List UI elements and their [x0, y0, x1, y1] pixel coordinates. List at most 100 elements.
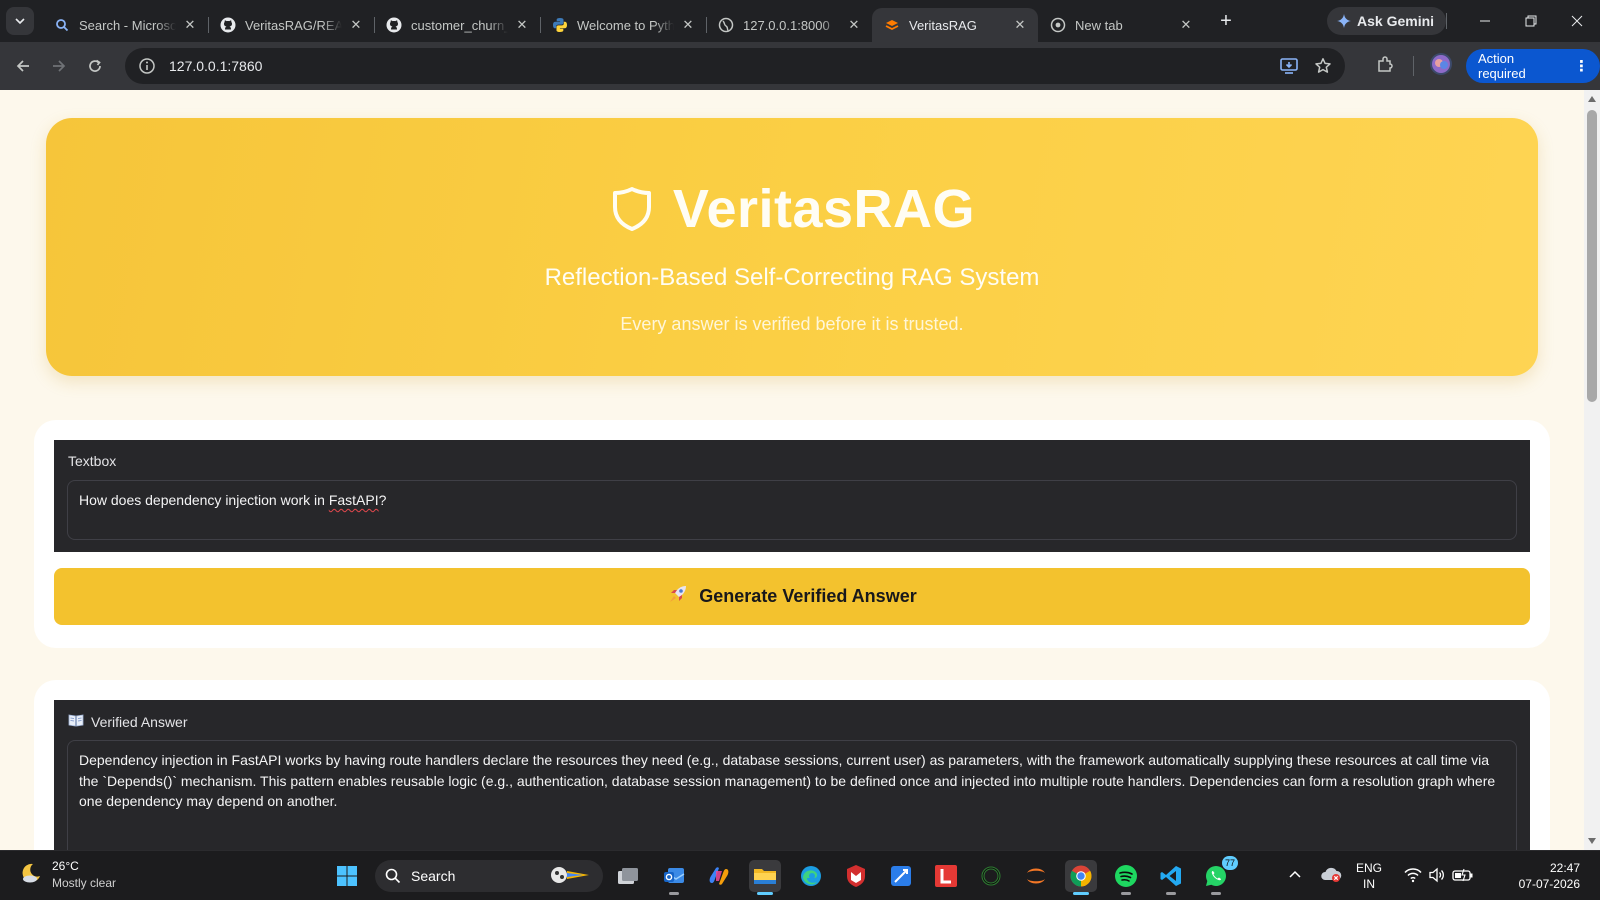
tab-customer-churn[interactable]: customer_churn_p ✕ — [374, 8, 540, 42]
whatsapp-app[interactable]: 77 — [1200, 856, 1238, 895]
site-info-icon[interactable] — [137, 56, 157, 76]
action-required-label: Action required — [1478, 51, 1526, 81]
edge-icon — [801, 866, 821, 886]
mcafee-app[interactable] — [840, 860, 872, 892]
taskbar-search[interactable]: Search — [375, 860, 603, 892]
vscode-app[interactable] — [1155, 860, 1187, 895]
globe-icon — [718, 17, 734, 33]
close-icon[interactable]: ✕ — [514, 17, 530, 33]
close-icon[interactable]: ✕ — [1178, 17, 1194, 33]
profile-avatar[interactable] — [1427, 50, 1455, 78]
tab-title: VeritasRAG — [909, 17, 977, 33]
minimize-button[interactable] — [1462, 0, 1508, 42]
clock[interactable]: 22:47 07-07-2026 — [1480, 860, 1580, 892]
question-input[interactable]: How does dependency injection work in Fa… — [67, 480, 1517, 540]
hero-title-row: VeritasRAG — [46, 178, 1538, 240]
weather-temp: 26°C — [52, 859, 79, 873]
url-text[interactable]: 127.0.0.1:7860 — [169, 58, 262, 74]
new-tab-button[interactable]: + — [1212, 7, 1240, 35]
outlook-icon — [664, 868, 685, 883]
edge-app[interactable] — [795, 860, 827, 892]
bookmark-star-icon[interactable] — [1311, 54, 1335, 78]
plus-icon: + — [1220, 9, 1232, 32]
generate-verified-answer-button[interactable]: Generate Verified Answer — [54, 568, 1530, 625]
weather-desc: Mostly clear — [52, 876, 117, 890]
wifi-icon[interactable] — [1404, 867, 1422, 888]
tab-new-tab[interactable]: New tab ✕ — [1038, 8, 1204, 42]
tab-veritasrag[interactable]: VeritasRAG ✕ — [872, 8, 1038, 42]
scroll-down-arrow-icon[interactable] — [1588, 838, 1596, 844]
copilot-app[interactable] — [703, 860, 735, 892]
tab-search-microsoft[interactable]: Search - Microsoft ✕ — [42, 8, 208, 42]
arrow-right-icon — [53, 60, 66, 72]
action-required-button[interactable]: Action required ⋮ — [1466, 49, 1600, 83]
ask-gemini-button[interactable]: Ask Gemini — [1327, 7, 1447, 35]
gradio-icon — [884, 17, 900, 33]
open-book-icon — [68, 713, 84, 730]
tab-title: Search - Microsoft — [79, 17, 176, 33]
app-running-indicator — [1166, 892, 1176, 895]
onedrive-icon[interactable] — [1320, 865, 1342, 888]
close-icon[interactable]: ✕ — [846, 17, 862, 33]
start-button[interactable] — [331, 860, 363, 892]
volume-icon[interactable] — [1428, 867, 1446, 888]
query-card: Textbox How does dependency injection wo… — [34, 420, 1550, 648]
scroll-up-arrow-icon[interactable] — [1588, 96, 1596, 102]
spotify-icon — [1115, 865, 1137, 887]
page-scrollbar[interactable] — [1584, 90, 1600, 850]
page-title: VeritasRAG — [672, 179, 976, 239]
tab-title: VeritasRAG/README — [245, 17, 342, 33]
extensions-icon[interactable] — [1371, 50, 1399, 78]
chevron-down-icon — [15, 18, 25, 25]
search-icon — [54, 17, 70, 33]
tab-welcome-to-python[interactable]: Welcome to Python ✕ — [540, 8, 706, 42]
close-icon[interactable]: ✕ — [348, 17, 364, 33]
gemini-sparkle-icon — [1337, 14, 1351, 28]
outlook-app[interactable] — [658, 860, 690, 895]
close-window-button[interactable] — [1554, 0, 1600, 42]
app-active-indicator — [757, 892, 773, 895]
chevron-up-icon[interactable] — [1288, 868, 1302, 887]
tab-search-button[interactable] — [6, 7, 34, 35]
forward-button[interactable] — [41, 48, 77, 84]
pen-app[interactable] — [885, 860, 917, 892]
search-highlight-icon — [549, 865, 591, 888]
python-icon — [552, 17, 568, 33]
app-running-indicator — [1211, 892, 1221, 895]
l-app[interactable] — [930, 860, 962, 892]
hero-banner: VeritasRAG Reflection-Based Self-Correct… — [46, 118, 1538, 376]
ring-app[interactable] — [975, 860, 1007, 892]
clock-date: 07-07-2026 — [1518, 877, 1580, 891]
back-button[interactable] — [5, 48, 41, 84]
toolbar-divider — [1446, 13, 1447, 29]
pen-tool-icon — [891, 866, 911, 886]
question-text-misspelled: FastAPI — [328, 492, 379, 508]
page-viewport: VeritasRAG Reflection-Based Self-Correct… — [0, 90, 1584, 850]
close-icon[interactable]: ✕ — [1012, 17, 1028, 33]
close-icon[interactable]: ✕ — [182, 17, 198, 33]
jupyter-app[interactable] — [1020, 860, 1052, 892]
restore-button[interactable] — [1508, 0, 1554, 42]
weather-widget[interactable]: 26°C Mostly clear — [18, 858, 116, 892]
chrome-app[interactable] — [1065, 860, 1097, 895]
verified-answer-text[interactable]: Dependency injection in FastAPI works by… — [67, 740, 1517, 850]
jupyter-icon — [1027, 868, 1045, 884]
battery-icon[interactable] — [1452, 867, 1474, 888]
file-explorer-app[interactable] — [749, 860, 781, 895]
more-vertical-icon: ⋮ — [1574, 58, 1589, 75]
tab-veritasrag-readme[interactable]: VeritasRAG/README ✕ — [208, 8, 374, 42]
region-code: IN — [1363, 877, 1375, 891]
reload-button[interactable] — [77, 48, 113, 84]
task-view-app[interactable] — [612, 860, 644, 892]
tab-localhost-8000[interactable]: 127.0.0.1:8000 ✕ — [706, 8, 872, 42]
close-icon — [1571, 15, 1583, 27]
address-bar[interactable]: 127.0.0.1:7860 — [125, 48, 1345, 84]
search-icon — [385, 868, 401, 884]
scrollbar-thumb[interactable] — [1587, 110, 1597, 402]
install-app-icon[interactable] — [1277, 54, 1301, 78]
ask-gemini-label: Ask Gemini — [1357, 13, 1435, 29]
spotify-app[interactable] — [1110, 860, 1142, 895]
language-indicator[interactable]: ENG IN — [1356, 860, 1382, 892]
mcafee-shield-icon — [847, 865, 865, 887]
close-icon[interactable]: ✕ — [680, 17, 696, 33]
